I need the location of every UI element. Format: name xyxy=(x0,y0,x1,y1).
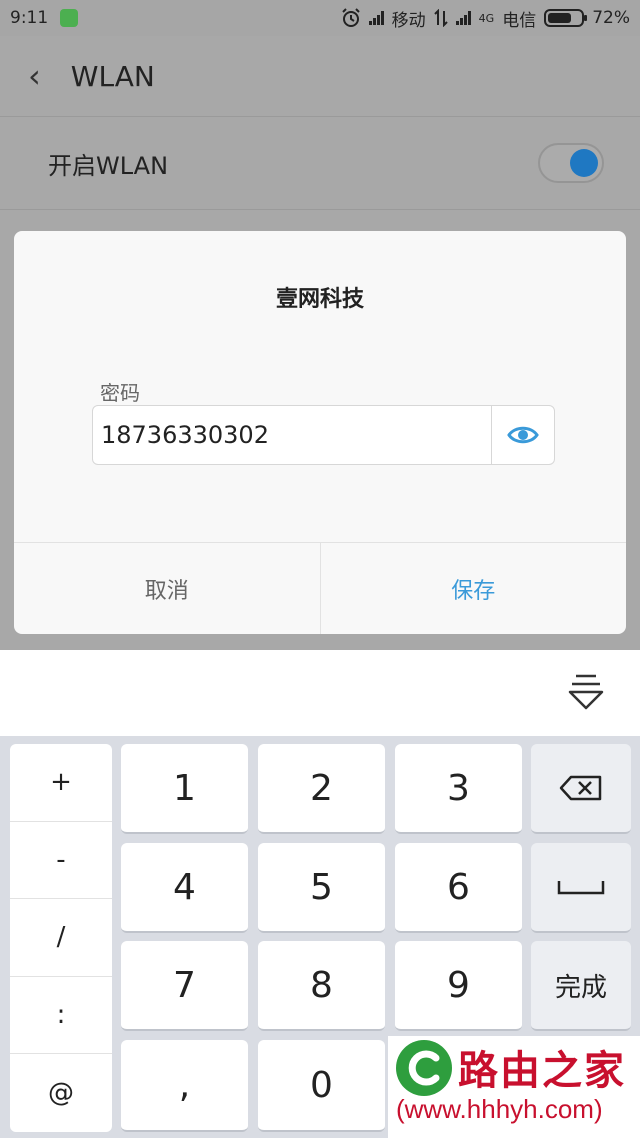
status-bar: 9:11 移动 4G 电信 72% xyxy=(0,0,640,36)
cancel-button[interactable]: 取消 xyxy=(14,543,321,634)
key-comma[interactable]: , xyxy=(121,1040,248,1132)
status-right: 移动 4G 电信 72% xyxy=(341,6,630,31)
key-6[interactable]: 6 xyxy=(395,843,522,933)
battery-percent: 72% xyxy=(592,8,630,28)
status-time: 9:11 xyxy=(10,8,49,28)
key-minus[interactable]: - xyxy=(10,822,112,900)
carrier2-label: 电信 xyxy=(502,10,537,31)
back-arrow-icon[interactable]: ‹ xyxy=(28,57,41,95)
watermark-logo: 路由之家 (www.hhhyh.com) xyxy=(388,1036,640,1138)
carrier1-label: 移动 xyxy=(391,10,426,31)
password-field-box xyxy=(92,405,555,465)
key-at[interactable]: @ xyxy=(10,1054,112,1132)
dialog-button-bar: 取消 保存 xyxy=(14,542,626,634)
backspace-icon xyxy=(559,775,602,801)
watermark-url: (www.hhhyh.com) xyxy=(396,1094,603,1124)
signal2-icon xyxy=(455,11,471,25)
key-0[interactable]: 0 xyxy=(258,1040,385,1132)
key-colon[interactable]: : xyxy=(10,977,112,1055)
eye-icon xyxy=(507,426,539,444)
save-button[interactable]: 保存 xyxy=(321,543,627,634)
password-input[interactable] xyxy=(93,406,491,464)
page-title: WLAN xyxy=(70,59,155,93)
backspace-key[interactable] xyxy=(531,744,631,834)
network-type: 4G xyxy=(478,11,495,25)
keyboard-toolbar xyxy=(0,650,640,736)
data-transfer-icon xyxy=(433,9,448,27)
key-4[interactable]: 4 xyxy=(121,843,248,933)
show-password-button[interactable] xyxy=(491,406,554,464)
key-5[interactable]: 5 xyxy=(258,843,385,933)
wlan-toggle-label: 开启WLAN xyxy=(48,151,169,180)
key-8[interactable]: 8 xyxy=(258,941,385,1031)
space-key[interactable] xyxy=(531,843,631,933)
key-plus[interactable]: + xyxy=(10,744,112,822)
key-7[interactable]: 7 xyxy=(121,941,248,1031)
key-9[interactable]: 9 xyxy=(395,941,522,1031)
space-icon xyxy=(557,881,605,895)
key-3[interactable]: 3 xyxy=(395,744,522,834)
battery-icon xyxy=(544,9,588,27)
wlan-toggle-row[interactable]: 开启WLAN xyxy=(0,116,640,210)
symbol-column: + - / : @ xyxy=(10,744,112,1132)
alarm-icon xyxy=(341,8,360,27)
collapse-keyboard-icon[interactable] xyxy=(566,672,606,716)
wifi-password-dialog: 壹网科技 密码 取消 保存 xyxy=(14,231,626,634)
dialog-title: 壹网科技 xyxy=(275,287,364,312)
router-home-logo-icon xyxy=(396,1040,452,1096)
app-header: ‹ WLAN xyxy=(0,36,640,116)
app-notification-icon xyxy=(60,9,79,27)
watermark-brand: 路由之家 xyxy=(458,1048,626,1094)
signal-icon xyxy=(368,11,384,25)
password-label: 密码 xyxy=(100,381,140,405)
done-key[interactable]: 完成 xyxy=(531,941,631,1031)
key-slash[interactable]: / xyxy=(10,899,112,977)
wlan-toggle-switch[interactable] xyxy=(538,143,604,183)
toggle-knob xyxy=(570,149,598,177)
key-1[interactable]: 1 xyxy=(121,744,248,834)
key-2[interactable]: 2 xyxy=(258,744,385,834)
